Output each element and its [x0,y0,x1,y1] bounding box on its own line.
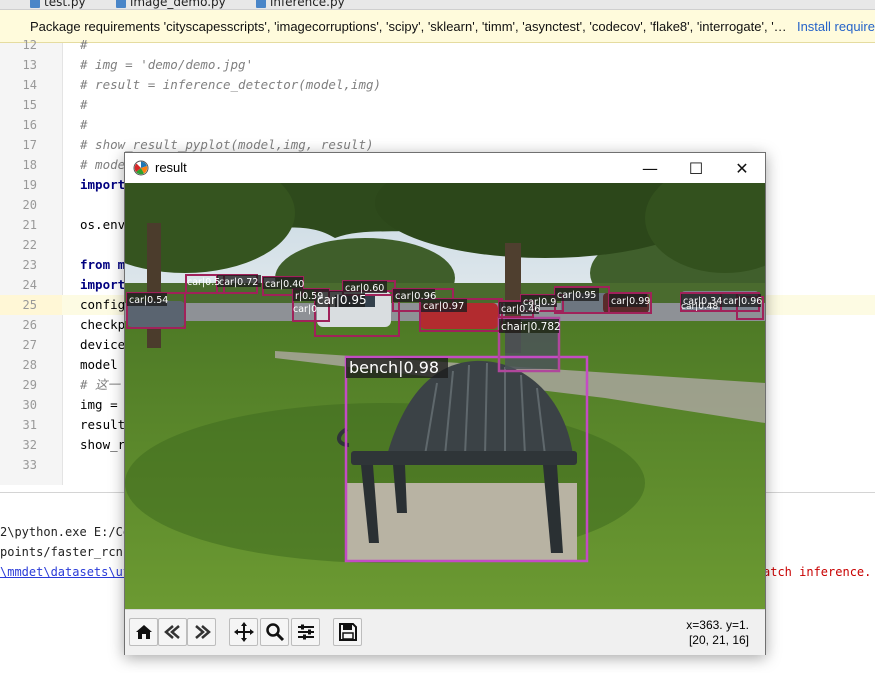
line-number: 28 [22,358,37,372]
tab-test-py[interactable]: test.py [30,0,86,9]
close-button[interactable]: ✕ [719,153,765,183]
line-number: 19 [22,178,37,192]
line-number: 29 [22,378,37,392]
line-number: 30 [22,398,37,412]
detection-label: car|0.72 [219,277,258,288]
detection-result-image[interactable]: bench|0.98 chair|0.782 car|0.54 car|0.95… [125,183,765,609]
banner-text: Package requirements 'cityscapesscripts'… [30,18,787,34]
detection-label: car|0.9 [523,297,556,308]
pan-button[interactable] [229,618,258,646]
tab-image-demo-py[interactable]: image_demo.py [116,0,226,9]
matplotlib-icon [133,160,149,176]
pan-icon [233,622,254,642]
tab-inference-py[interactable]: inference.py [256,0,345,9]
home-icon [135,625,152,639]
code-line: import [80,277,126,292]
package-requirements-banner: Package requirements 'cityscapesscripts'… [0,10,875,43]
run-output-line: points/faster_rcnn [0,545,131,559]
line-number: 24 [22,278,37,292]
detection-label: bench|0.98 [349,358,439,377]
run-output-line: 2\python.exe E:/Co [0,525,131,539]
code-line: # 这一 [80,377,121,392]
code-line: img = [80,397,118,412]
line-number: 26 [22,318,37,332]
matplotlib-toolbar: x=363. y=1. [20, 21, 16] [125,609,765,655]
detection-label: car|0 [293,304,317,315]
line-number: 27 [22,338,37,352]
park-scene-photo: bench|0.98 chair|0.782 car|0.54 car|0.95… [125,183,765,609]
code-line: import [80,177,126,192]
detection-label: car|0.96 [723,296,762,307]
line-number: 22 [22,238,37,252]
home-button[interactable] [129,618,158,646]
python-file-icon [116,0,126,8]
configure-icon [297,624,314,640]
line-number: 33 [22,458,37,472]
detection-label: r|0.59 [295,291,323,302]
minimize-button[interactable]: — [627,153,673,183]
line-number: 20 [22,198,37,212]
window-titlebar[interactable]: result — ☐ ✕ [125,153,765,183]
forward-button[interactable] [187,618,216,646]
gutter-divider [62,43,63,485]
line-number: 13 [22,58,37,72]
line-number: 12 [22,38,37,52]
line-number: 14 [22,78,37,92]
detection-label: car|0.40 [265,279,304,290]
cursor-coordinates: x=363. y=1. [20, 21, 16] [686,618,749,648]
save-icon [338,623,357,641]
line-number: 21 [22,218,37,232]
python-file-icon [30,0,40,8]
maximize-button[interactable]: ☐ [673,153,719,183]
line-number: 23 [22,258,37,272]
code-line: # [80,117,88,132]
install-requirements-link[interactable]: Install require [792,19,875,34]
save-button[interactable] [333,618,362,646]
result-window: result — ☐ ✕ bench|0.98 chair|0.782 car|… [124,152,766,655]
line-number: 32 [22,438,37,452]
back-button[interactable] [158,618,187,646]
window-title: result [155,160,187,175]
run-output-link[interactable]: \mmdet\datasets\ut [0,562,130,582]
line-number: 15 [22,98,37,112]
detection-label: car|0.97 [423,301,464,312]
editor-tab-strip: test.py image_demo.py inference.py [0,0,875,10]
configure-subplots-button[interactable] [291,618,320,646]
line-number: 25 [22,298,37,312]
run-output-warning: atch inference. [763,565,872,579]
detection-label: car|0.99 [611,296,650,307]
detection-label: car|0.48 [681,302,719,312]
code-line: device [80,337,126,352]
zoom-button[interactable] [260,618,289,646]
detection-label: car|0.54 [129,295,168,306]
line-number: 18 [22,158,37,172]
detection-label: car|0.95 [317,293,367,307]
detection-label: chair|0.782 [501,321,561,333]
code-line: # img = 'demo/demo.jpg' [80,57,254,72]
code-line: # [80,37,88,52]
back-icon [163,625,180,639]
detection-label: car|0.60 [345,283,384,294]
zoom-icon [265,623,284,642]
detection-label: car|0.95 [557,290,596,301]
detection-label: car|0.5 [187,277,220,288]
code-line: result [80,417,126,432]
code-line: # result = inference_detector(model,img) [80,77,382,92]
line-number: 17 [22,138,37,152]
line-number: 31 [22,418,37,432]
pixel-value: [20, 21, 16] [688,633,749,647]
detection-label: car|0.96 [395,291,436,302]
line-number: 16 [22,118,37,132]
cursor-position: x=363. y=1. [686,618,749,632]
code-line: # [80,97,88,112]
forward-icon [194,625,211,639]
python-file-icon [256,0,266,8]
